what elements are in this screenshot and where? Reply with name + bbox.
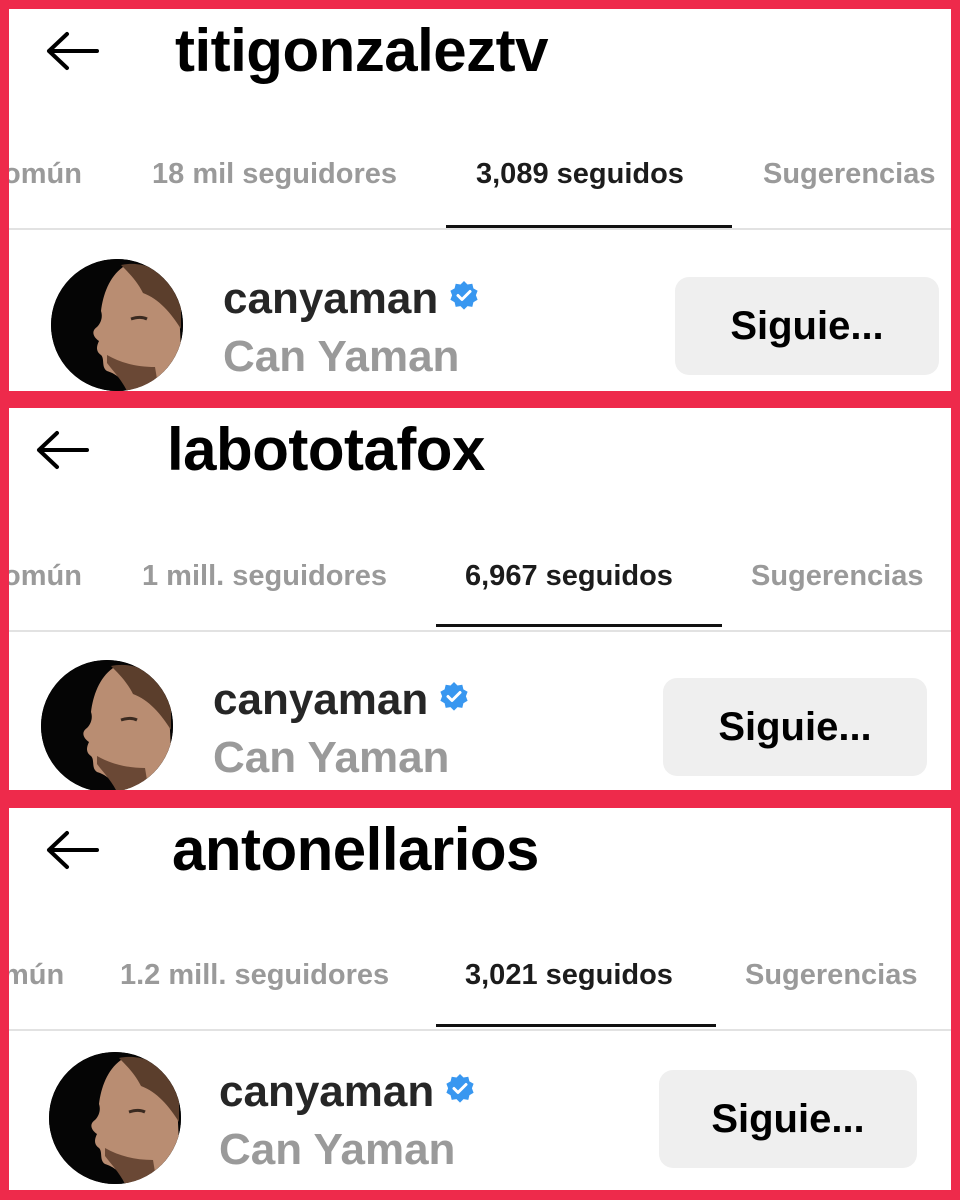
following-button[interactable]: Siguie... <box>659 1070 917 1168</box>
profile-username: titigonzaleztv <box>175 17 549 84</box>
verified-badge-icon <box>438 681 470 713</box>
list-item[interactable]: canyaman Can Yaman Siguie... <box>9 658 951 790</box>
handle-line: canyaman <box>223 271 480 327</box>
tabs-divider <box>9 1029 951 1031</box>
verified-badge-icon <box>448 280 480 312</box>
tab-suggestions[interactable]: Sugerencias <box>763 149 935 199</box>
user-handle[interactable]: canyaman <box>223 274 438 323</box>
tab-mutual[interactable]: mún <box>9 950 64 1000</box>
tab-suggestions[interactable]: Sugerencias <box>751 551 923 601</box>
following-button[interactable]: Siguie... <box>663 678 927 776</box>
profile-panel-1: titigonzaleztv omún 18 mil seguidores 3,… <box>9 9 951 391</box>
tab-followers[interactable]: 18 mil seguidores <box>152 149 397 199</box>
tab-following[interactable]: 3,021 seguidos <box>465 950 673 1000</box>
follow-tabs: omún 1 mill. seguidores 6,967 seguidos S… <box>9 551 951 601</box>
avatar[interactable] <box>49 1052 181 1184</box>
user-handle[interactable]: canyaman <box>213 675 428 724</box>
user-full-name: Can Yaman <box>219 1125 456 1174</box>
tab-mutual[interactable]: omún <box>9 149 82 199</box>
tab-suggestions[interactable]: Sugerencias <box>745 950 917 1000</box>
tab-following[interactable]: 6,967 seguidos <box>465 551 673 601</box>
handle-line: canyaman <box>219 1064 476 1120</box>
profile-panel-3: antonellarios mún 1.2 mill. seguidores 3… <box>9 808 951 1190</box>
verified-badge-icon <box>444 1073 476 1105</box>
handle-line: canyaman <box>213 672 470 728</box>
tabs-divider <box>9 228 951 230</box>
tabs-divider <box>9 630 951 632</box>
active-tab-indicator <box>436 624 722 627</box>
profile-panel-2: labototafox omún 1 mill. seguidores 6,96… <box>9 408 951 790</box>
avatar[interactable] <box>41 660 173 790</box>
tab-followers[interactable]: 1.2 mill. seguidores <box>120 950 389 1000</box>
user-full-name: Can Yaman <box>213 733 450 782</box>
avatar[interactable] <box>51 259 183 391</box>
back-arrow-icon[interactable] <box>45 830 101 870</box>
list-item[interactable]: canyaman Can Yaman Siguie... <box>9 1050 951 1184</box>
user-handle[interactable]: canyaman <box>219 1067 434 1116</box>
tab-mutual[interactable]: omún <box>9 551 82 601</box>
back-arrow-icon[interactable] <box>35 430 91 470</box>
active-tab-indicator <box>436 1024 716 1027</box>
tab-followers[interactable]: 1 mill. seguidores <box>142 551 387 601</box>
following-button[interactable]: Siguie... <box>675 277 939 375</box>
user-full-name: Can Yaman <box>223 332 460 381</box>
follow-tabs: omún 18 mil seguidores 3,089 seguidos Su… <box>9 149 951 199</box>
back-arrow-icon[interactable] <box>45 31 101 71</box>
follow-tabs: mún 1.2 mill. seguidores 3,021 seguidos … <box>9 950 951 1000</box>
profile-username: labototafox <box>167 416 485 483</box>
tab-following[interactable]: 3,089 seguidos <box>476 149 684 199</box>
profile-username: antonellarios <box>172 816 539 883</box>
list-item[interactable]: canyaman Can Yaman Siguie... <box>9 257 951 391</box>
